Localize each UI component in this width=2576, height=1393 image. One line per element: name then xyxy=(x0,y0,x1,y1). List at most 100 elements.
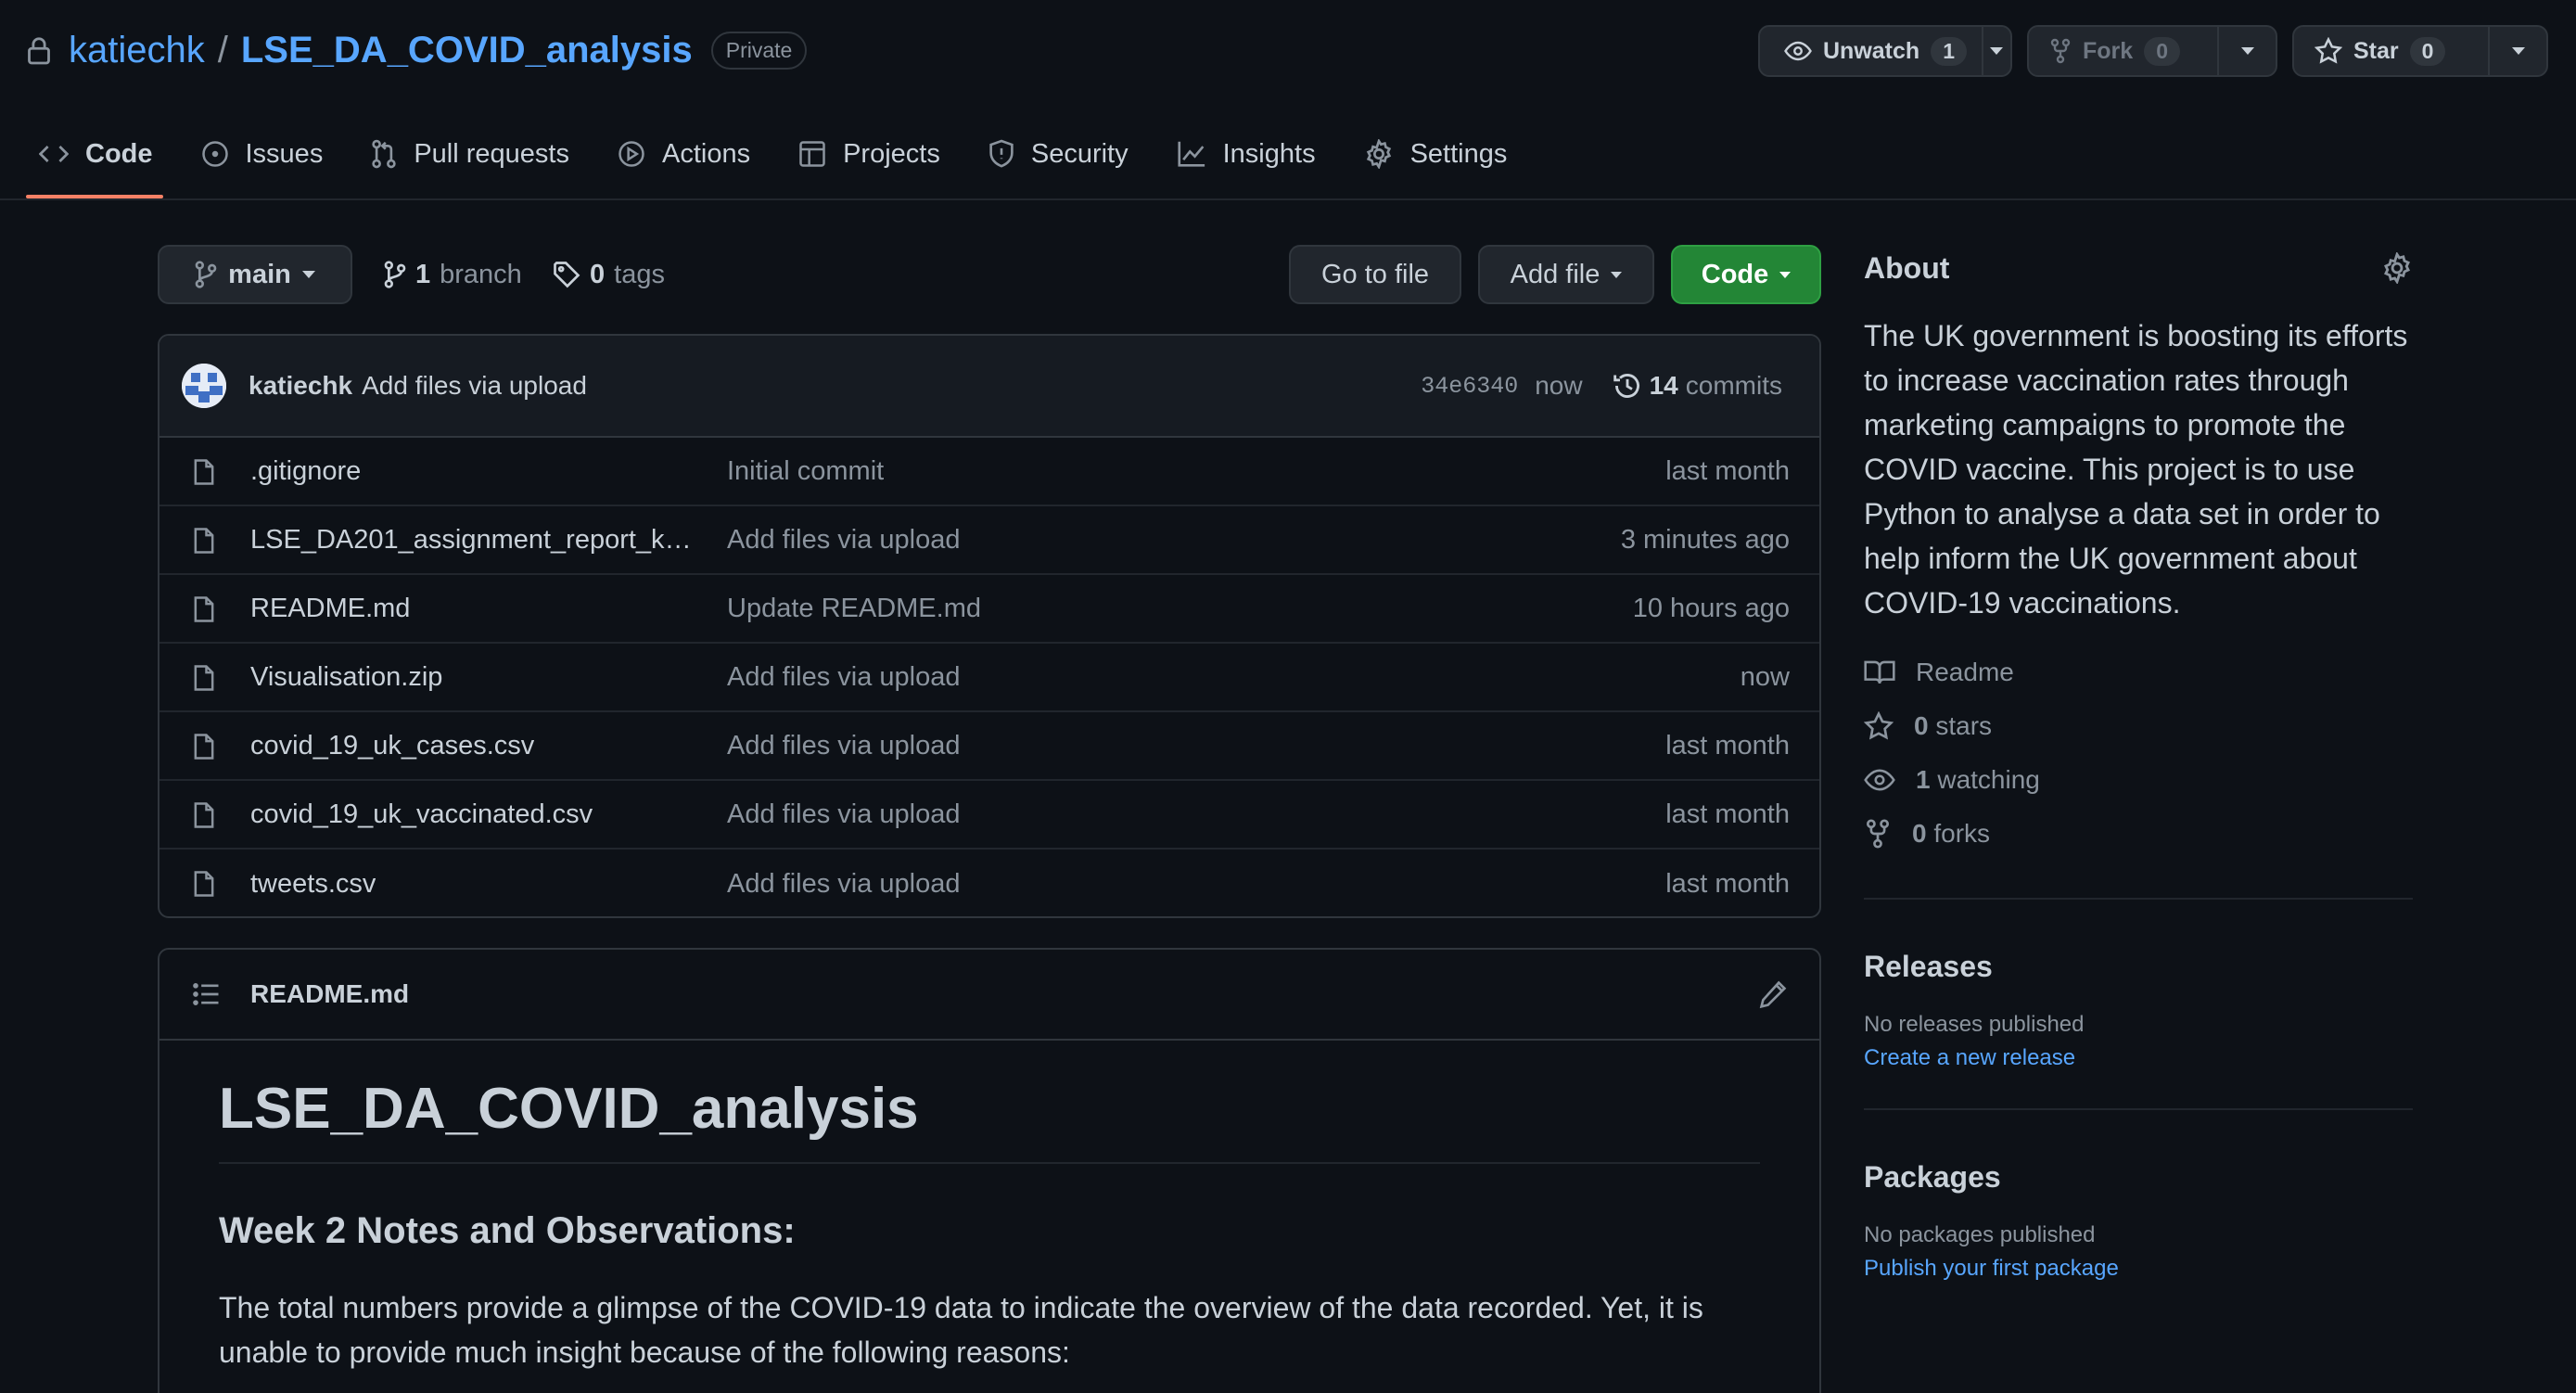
tab-code[interactable]: Code xyxy=(15,128,177,180)
caret-down-icon xyxy=(1611,271,1623,278)
tab-security[interactable]: Security xyxy=(964,128,1153,180)
avatar[interactable] xyxy=(182,364,226,408)
file-age: now xyxy=(1740,661,1790,692)
file-name[interactable]: LSE_DA201_assignment_report_ka... xyxy=(250,525,695,556)
file-row[interactable]: LSE_DA201_assignment_report_ka... Add fi… xyxy=(159,506,1819,575)
forks-link[interactable]: 0 forks xyxy=(1864,807,2413,861)
repo-name-link[interactable]: LSE_DA_COVID_analysis xyxy=(241,30,693,71)
packages-section: Packages No packages published Publish y… xyxy=(1864,1160,2413,1282)
file-row[interactable]: tweets.csv Add files via upload last mon… xyxy=(159,850,1819,916)
branches-link[interactable]: 1 branch xyxy=(384,250,522,299)
commit-author[interactable]: katiechk xyxy=(249,371,352,401)
file-commit-message[interactable]: Update README.md xyxy=(727,594,981,624)
caret-down-icon xyxy=(1779,271,1792,278)
code-button[interactable]: Code xyxy=(1671,245,1821,304)
releases-title[interactable]: Releases xyxy=(1864,950,2413,984)
repo-title: katiechk / LSE_DA_COVID_analysis Private xyxy=(69,26,808,74)
file-name[interactable]: tweets.csv xyxy=(250,869,376,900)
tab-projects-label: Projects xyxy=(843,138,940,169)
watching-link[interactable]: 1 watching xyxy=(1864,753,2413,807)
tag-icon xyxy=(553,261,580,288)
file-icon xyxy=(193,733,215,760)
pencil-icon[interactable] xyxy=(1758,979,1788,1009)
readme-box: README.md LSE_DA_COVID_analysis Week 2 N… xyxy=(158,948,1821,1393)
file-row[interactable]: Visualisation.zip Add files via upload n… xyxy=(159,644,1819,712)
fork-icon xyxy=(1864,819,1892,849)
file-commit-message[interactable]: Add files via upload xyxy=(727,662,961,693)
eye-icon xyxy=(1864,769,1895,791)
file-commit-message[interactable]: Add files via upload xyxy=(727,731,961,761)
graph-icon xyxy=(1177,140,1206,168)
star-label: Star xyxy=(2353,37,2399,64)
file-row[interactable]: README.md Update README.md 10 hours ago xyxy=(159,575,1819,644)
fork-counter: 0 xyxy=(2144,36,2180,66)
file-name[interactable]: covid_19_uk_cases.csv xyxy=(250,731,534,761)
eye-icon xyxy=(1784,41,1812,61)
file-icon xyxy=(193,801,215,829)
create-release-link[interactable]: Create a new release xyxy=(1864,1045,2413,1071)
publish-package-link[interactable]: Publish your first package xyxy=(1864,1256,2413,1282)
go-to-file-button[interactable]: Go to file xyxy=(1289,245,1461,304)
readme-header: README.md xyxy=(159,950,1819,1041)
file-commit-message[interactable]: Add files via upload xyxy=(727,799,961,830)
caret-down-icon xyxy=(2240,47,2254,55)
file-age: last month xyxy=(1665,868,1790,899)
readme-link[interactable]: Readme xyxy=(1864,645,2413,699)
file-name[interactable]: covid_19_uk_vaccinated.csv xyxy=(250,799,593,830)
file-name[interactable]: Visualisation.zip xyxy=(250,662,442,693)
branch-name: main xyxy=(228,259,291,289)
commit-word: commits xyxy=(1685,371,1782,400)
file-icon xyxy=(193,664,215,692)
file-row[interactable]: covid_19_uk_cases.csv Add files via uplo… xyxy=(159,712,1819,781)
packages-empty: No packages published xyxy=(1864,1222,2096,1247)
list-unordered-icon[interactable] xyxy=(193,981,221,1007)
book-icon xyxy=(1864,658,1895,686)
file-list-box: katiechk Add files via upload 34e6340 no… xyxy=(158,334,1821,918)
file-name[interactable]: .gitignore xyxy=(250,456,361,487)
branch-selector[interactable]: main xyxy=(158,245,352,304)
file-icon xyxy=(193,458,215,486)
fork-button[interactable]: Fork 0 xyxy=(2029,27,2220,75)
fork-button-group: Fork 0 xyxy=(2027,25,2277,77)
commit-sha[interactable]: 34e6340 xyxy=(1421,373,1518,400)
tags-link[interactable]: 0 tags xyxy=(553,250,665,299)
tab-projects[interactable]: Projects xyxy=(774,128,964,180)
tab-actions[interactable]: Actions xyxy=(593,128,774,180)
star-button[interactable]: Star 0 xyxy=(2294,27,2491,75)
file-commit-message[interactable]: Add files via upload xyxy=(727,869,961,900)
add-file-label: Add file xyxy=(1510,259,1600,289)
commits-link[interactable]: 14 commits xyxy=(1613,371,1782,401)
watch-dropdown-button[interactable] xyxy=(1983,27,2010,75)
gear-icon xyxy=(1364,139,1394,169)
commit-message[interactable]: Add files via upload xyxy=(362,371,587,401)
readme-content: LSE_DA_COVID_analysis Week 2 Notes and O… xyxy=(159,1076,1819,1374)
gear-icon[interactable] xyxy=(2381,252,2413,284)
file-name[interactable]: README.md xyxy=(250,594,410,624)
add-file-button[interactable]: Add file xyxy=(1478,245,1654,304)
repo-owner-link[interactable]: katiechk xyxy=(69,30,205,71)
fork-dropdown-button[interactable] xyxy=(2219,27,2276,75)
file-row[interactable]: .gitignore Initial commit last month xyxy=(159,438,1819,506)
file-commit-message[interactable]: Add files via upload xyxy=(727,525,961,556)
star-dropdown-button[interactable] xyxy=(2490,27,2546,75)
repo-separator: / xyxy=(217,29,228,70)
branch-word: branch xyxy=(440,259,522,289)
caret-down-icon xyxy=(301,271,315,278)
tab-pull-requests-label: Pull requests xyxy=(414,138,569,169)
forks-word: forks xyxy=(1933,819,1991,848)
tab-insights[interactable]: Insights xyxy=(1153,128,1340,180)
tab-pull-requests[interactable]: Pull requests xyxy=(347,128,593,180)
watch-button-group: Unwatch 1 xyxy=(1758,25,2012,77)
packages-title[interactable]: Packages xyxy=(1864,1160,2413,1195)
about-links: Readme 0 stars 1 watching 0 forks xyxy=(1864,645,2413,861)
tab-issues[interactable]: Issues xyxy=(177,128,348,180)
tab-security-label: Security xyxy=(1030,138,1129,169)
file-commit-message[interactable]: Initial commit xyxy=(727,456,884,487)
fork-label: Fork xyxy=(2083,37,2134,64)
tab-insights-label: Insights xyxy=(1222,138,1316,169)
file-row[interactable]: covid_19_uk_vaccinated.csv Add files via… xyxy=(159,781,1819,850)
tab-settings[interactable]: Settings xyxy=(1340,128,1532,180)
stars-link[interactable]: 0 stars xyxy=(1864,699,2413,753)
unwatch-button[interactable]: Unwatch 1 xyxy=(1760,27,1983,75)
repo-nav: Code Issues Pull requests Actions Projec… xyxy=(15,128,1531,198)
